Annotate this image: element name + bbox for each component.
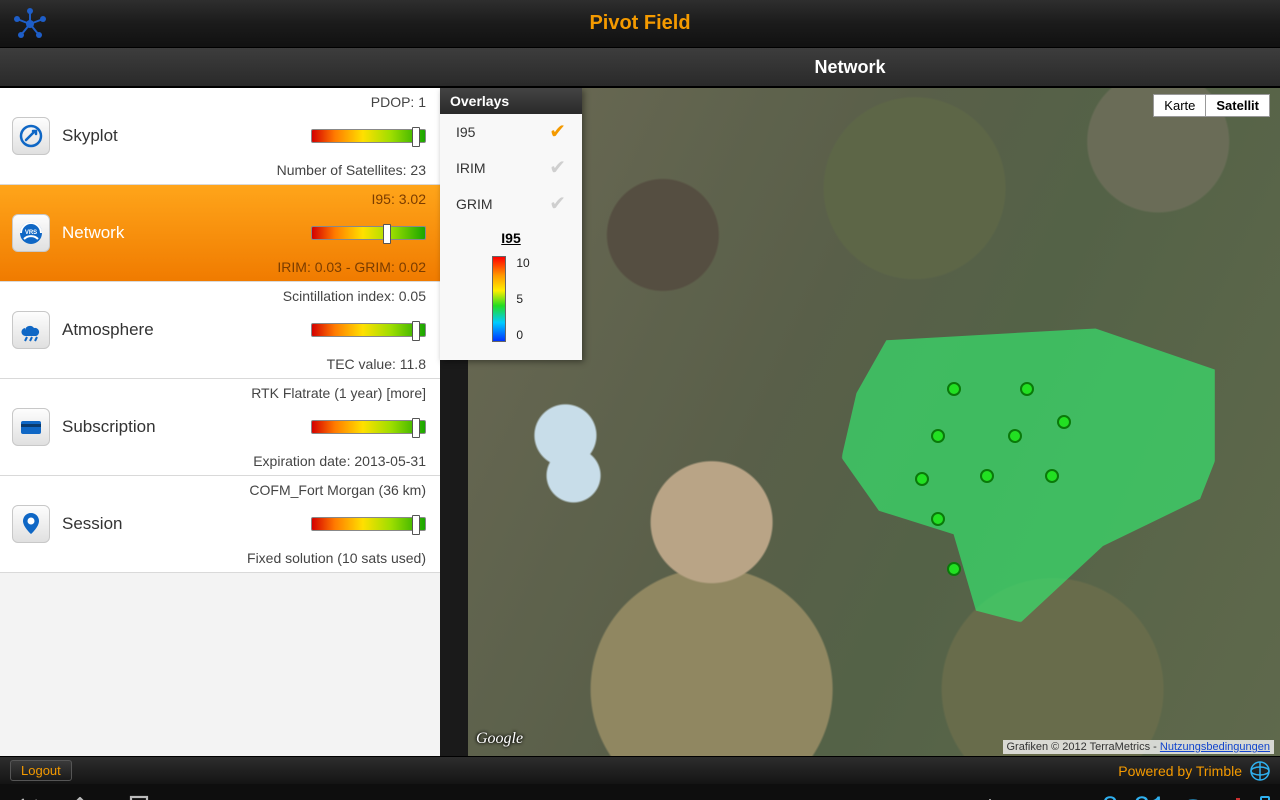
app-title: Pivot Field (589, 12, 690, 35)
sidebar-item-label: Skyplot (62, 126, 118, 146)
check-icon: ✔ (549, 194, 566, 214)
overlay-label: IRIM (456, 160, 486, 176)
station-marker[interactable] (1045, 469, 1059, 483)
station-marker[interactable] (947, 382, 961, 396)
page-header: Network (0, 48, 1280, 88)
station-marker[interactable] (915, 472, 929, 486)
tray-shop-icon[interactable] (1060, 794, 1088, 800)
sidebar-item-label: Network (62, 223, 124, 243)
battery-icon (1260, 796, 1270, 800)
overlays-title: Overlays (440, 88, 582, 114)
quality-gauge (311, 129, 426, 143)
overlay-label: GRIM (456, 196, 493, 212)
sidebar-meta-top: PDOP: 1 (371, 94, 426, 110)
svg-text:VRS: VRS (25, 230, 37, 236)
overlay-toggle-i95[interactable]: I95 ✔ (440, 114, 582, 150)
legend-scale-mid: 5 (516, 292, 529, 306)
back-icon[interactable] (10, 794, 38, 800)
map-type-karte[interactable]: Karte (1154, 95, 1205, 116)
sidebar-meta-top: COFM_Fort Morgan (36 km) (249, 482, 426, 498)
tray-download-icon[interactable] (892, 794, 920, 800)
station-marker[interactable] (931, 429, 945, 443)
map-type-satellit[interactable]: Satellit (1205, 95, 1269, 116)
station-marker[interactable] (931, 512, 945, 526)
overlay-label: I95 (456, 124, 475, 140)
google-badge: Google (476, 730, 523, 748)
session-icon (12, 505, 50, 543)
station-marker[interactable] (1008, 429, 1022, 443)
app-title-bar: Pivot Field (0, 0, 1280, 48)
main-split: Skyplot PDOP: 1 Number of Satellites: 23… (0, 88, 1280, 756)
sidebar-item-skyplot[interactable]: Skyplot PDOP: 1 Number of Satellites: 23 (0, 88, 440, 185)
sidebar-meta-bottom: TEC value: 11.8 (327, 356, 426, 372)
wifi-icon (1179, 794, 1207, 800)
powered-by: Powered by Trimble (1118, 761, 1270, 781)
powered-label: Powered by Trimble (1118, 763, 1242, 779)
right-pane: Karte Satellit Google Grafiken © 2012 Te… (440, 88, 1280, 756)
recent-apps-icon[interactable] (122, 794, 150, 800)
sidebar-meta-bottom: Number of Satellites: 23 (277, 162, 426, 178)
tray-image-icon[interactable] (934, 794, 962, 800)
map-attribution: Grafiken © 2012 TerraMetrics - Nutzungsb… (1003, 740, 1275, 754)
status-clock: 8:31 (1102, 793, 1165, 800)
quality-gauge (311, 420, 426, 434)
skyplot-icon (12, 117, 50, 155)
sidebar-meta-bottom: Expiration date: 2013-05-31 (253, 453, 426, 469)
sidebar-item-label: Subscription (62, 417, 156, 437)
map-attribution-text: Grafiken © 2012 TerraMetrics - (1007, 741, 1160, 753)
sidebar-meta-bottom: IRIM: 0.03 - GRIM: 0.02 (277, 259, 426, 275)
overlays-panel: Overlays I95 ✔ IRIM ✔ GRIM ✔ I95 10 5 (440, 88, 582, 360)
map-canvas[interactable]: Karte Satellit Google Grafiken © 2012 Te… (468, 88, 1280, 756)
sidebar-item-label: Session (62, 514, 122, 534)
quality-gauge (311, 517, 426, 531)
android-nav-bar: 8:31 (0, 784, 1280, 800)
station-marker[interactable] (1057, 415, 1071, 429)
legend-title: I95 (454, 230, 568, 246)
legend-scale-min: 0 (516, 328, 529, 342)
tray-android-icon[interactable] (1018, 794, 1046, 800)
app-logo-icon (12, 6, 48, 47)
map-attribution-link[interactable]: Nutzungsbedingungen (1160, 741, 1270, 753)
sidebar-meta-top: RTK Flatrate (1 year) [more] (251, 385, 426, 401)
legend-scale-max: 10 (516, 256, 529, 270)
atmosphere-icon (12, 311, 50, 349)
subscription-icon (12, 408, 50, 446)
footer-bar: Logout Powered by Trimble (0, 756, 1280, 784)
quality-gauge (311, 323, 426, 337)
page-header-title: Network (814, 57, 885, 78)
sidebar-meta-top: I95: 3.02 (372, 191, 427, 207)
overlay-toggle-grim[interactable]: GRIM ✔ (440, 186, 582, 222)
check-icon: ✔ (549, 122, 566, 142)
network-icon: VRS (12, 214, 50, 252)
sidebar-item-session[interactable]: Session COFM_Fort Morgan (36 km) Fixed s… (0, 476, 440, 573)
sidebar-item-label: Atmosphere (62, 320, 154, 340)
sidebar-meta-bottom: Fixed solution (10 sats used) (247, 550, 426, 566)
legend: I95 10 5 0 (440, 222, 582, 360)
check-icon: ✔ (549, 158, 566, 178)
station-marker[interactable] (980, 469, 994, 483)
home-icon[interactable] (66, 794, 94, 800)
trimble-icon (1250, 761, 1270, 781)
sidebar-item-atmosphere[interactable]: Atmosphere Scintillation index: 0.05 TEC… (0, 282, 440, 379)
sidebar-item-network[interactable]: VRS Network I95: 3.02 IRIM: 0.03 - GRIM:… (0, 185, 440, 282)
legend-scale-bar (492, 256, 506, 342)
logout-button[interactable]: Logout (10, 760, 72, 781)
sidebar-item-subscription[interactable]: Subscription RTK Flatrate (1 year) [more… (0, 379, 440, 476)
tray-download2-icon[interactable] (976, 794, 1004, 800)
overlay-toggle-irim[interactable]: IRIM ✔ (440, 150, 582, 186)
map-type-toggle: Karte Satellit (1153, 94, 1270, 117)
sidebar-meta-top: Scintillation index: 0.05 (283, 288, 426, 304)
sidebar: Skyplot PDOP: 1 Number of Satellites: 23… (0, 88, 440, 756)
sidebar-fill (0, 573, 440, 756)
quality-gauge (311, 226, 426, 240)
station-marker[interactable] (1020, 382, 1034, 396)
